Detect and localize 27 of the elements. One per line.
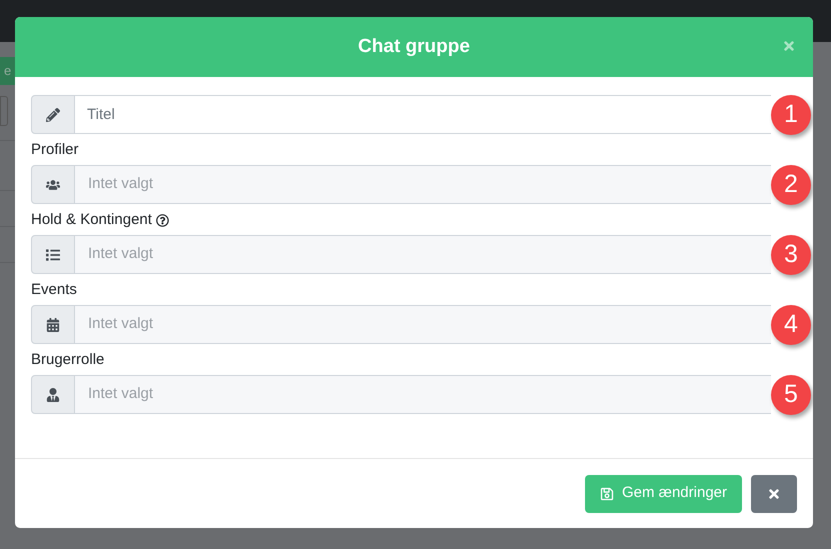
number-badge: 4 <box>771 304 811 344</box>
modal-title: Chat gruppe <box>358 34 470 59</box>
field-label: Events <box>31 281 77 299</box>
users-icon <box>46 178 60 192</box>
field-label: Profiler <box>31 141 79 159</box>
number-badge: 3 <box>771 234 811 274</box>
select-field[interactable]: Intet valgt <box>75 165 771 204</box>
close-icon <box>767 486 781 500</box>
select-field[interactable]: Intet valgt <box>75 375 771 414</box>
title-input[interactable]: Titel <box>75 95 771 134</box>
save-button[interactable]: Gem ændringer <box>584 474 742 512</box>
number-badge: 2 <box>771 164 811 204</box>
select-field[interactable]: Intet valgt <box>75 235 771 274</box>
field-label: Hold & Kontingent <box>31 211 152 229</box>
calendar-icon <box>46 318 60 332</box>
list-icon <box>46 248 60 262</box>
help-icon[interactable] <box>156 214 169 226</box>
save-icon <box>600 486 614 500</box>
person-icon <box>46 388 60 402</box>
pencil-icon <box>46 108 60 122</box>
tab-label: e <box>4 62 12 80</box>
close-icon <box>782 39 796 53</box>
number-badge: 1 <box>771 94 811 134</box>
select-field[interactable]: Intet valgt <box>75 305 771 344</box>
field-label: Brugerrolle <box>31 351 104 369</box>
cancel-button[interactable] <box>751 474 797 512</box>
number-badge: 5 <box>771 374 811 414</box>
